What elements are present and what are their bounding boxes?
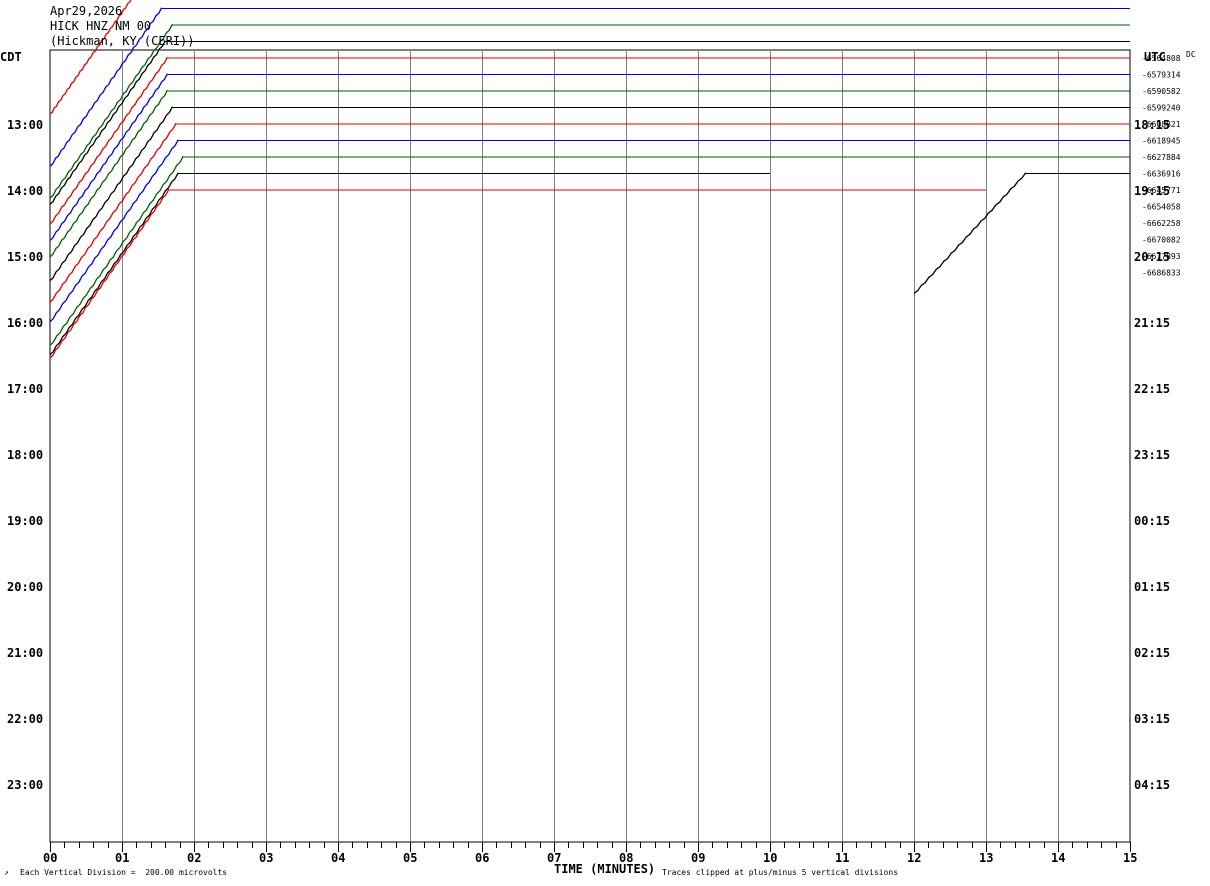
x-axis-label: TIME (MINUTES)	[554, 862, 656, 876]
trace-lines	[49, 0, 1130, 359]
dc-header-label: DC	[1186, 50, 1196, 59]
right-time-label: 02:15	[1134, 646, 1171, 660]
right-time-label: 21:15	[1134, 316, 1171, 330]
trace-ramp	[49, 172, 179, 356]
right-time-label: 00:15	[1134, 514, 1171, 528]
seismogram-plot: -6564808-6579314-6590582-6599240-6608821…	[49, 0, 1181, 852]
left-time-label: 22:00	[7, 712, 44, 726]
dc-offset-value: -6670082	[1142, 236, 1181, 245]
right-time-label: 03:15	[1134, 712, 1171, 726]
x-tick-label: 12	[907, 851, 922, 865]
x-axis-ticks	[50, 842, 1131, 852]
x-tick-label: 15	[1123, 851, 1138, 865]
left-time-label: 15:00	[7, 250, 44, 264]
trace-ramp	[49, 122, 177, 303]
x-tick-label: 10	[763, 851, 778, 865]
left-time-label: 14:00	[7, 184, 44, 198]
x-tick-label: 06	[475, 851, 490, 865]
right-time-label: 01:15	[1134, 580, 1171, 594]
left-time-label: 19:00	[7, 514, 44, 528]
location-label: (Hickman, KY (CERI))	[50, 34, 195, 48]
x-tick-label: 02	[187, 851, 202, 865]
x-tick-label: 01	[115, 851, 130, 865]
dc-offset-value: -6662258	[1142, 219, 1181, 228]
trace-ramp	[49, 40, 166, 205]
x-tick-label: 14	[1051, 851, 1066, 865]
grid-lines	[49, 49, 1131, 843]
left-time-label: 23:00	[7, 778, 44, 792]
right-time-label: 23:15	[1134, 448, 1171, 462]
dc-offset-value: -6579314	[1142, 71, 1181, 80]
right-time-label: 19:15	[1134, 184, 1171, 198]
date-label: Apr29,2026	[50, 4, 123, 18]
x-tick-label: 03	[259, 851, 274, 865]
dc-offset-labels: -6564808-6579314-6590582-6599240-6608821…	[1142, 54, 1181, 278]
right-time-label: 20:15	[1134, 250, 1171, 264]
left-time-label: 18:00	[7, 448, 44, 462]
dc-offset-value: -6636916	[1142, 170, 1181, 179]
dc-offset-value: -6590582	[1142, 87, 1181, 96]
trace-ramp	[49, 106, 173, 281]
right-time-label: 04:15	[1134, 778, 1171, 792]
right-time-label: 18:15	[1134, 118, 1171, 132]
left-time-label: 16:00	[7, 316, 44, 330]
right-time-label: 22:15	[1134, 382, 1171, 396]
mark-glyph: ↗	[4, 868, 9, 877]
clip-note: Traces clipped at plus/minus 5 vertical …	[662, 868, 899, 877]
x-tick-label: 00	[43, 851, 58, 865]
scale-note: Each Vertical Division = 200.00 microvol…	[20, 868, 228, 877]
left-time-label: 13:00	[7, 118, 44, 132]
left-time-label: 17:00	[7, 382, 44, 396]
dc-offset-value: -6599240	[1142, 104, 1181, 113]
dc-offset-value: -6686833	[1142, 269, 1181, 278]
x-tick-label: 05	[403, 851, 418, 865]
plot-frame	[49, 49, 1131, 843]
station-label: HICK HNZ NM 00	[50, 19, 152, 33]
right-timezone-label: UTC	[1144, 50, 1166, 64]
trace-ramp	[49, 155, 184, 346]
x-tick-label: 04	[331, 851, 346, 865]
dc-offset-value: -6627884	[1142, 153, 1181, 162]
x-tick-label: 11	[835, 851, 850, 865]
dc-offset-value: -6654058	[1142, 203, 1181, 212]
dc-offset-value: -6618945	[1142, 137, 1181, 146]
late-trace-ramp	[913, 172, 1027, 294]
left-time-label: 21:00	[7, 646, 44, 660]
left-time-label: 20:00	[7, 580, 44, 594]
x-tick-label: 09	[691, 851, 706, 865]
left-timezone-label: CDT	[0, 50, 22, 64]
x-tick-label: 13	[979, 851, 994, 865]
